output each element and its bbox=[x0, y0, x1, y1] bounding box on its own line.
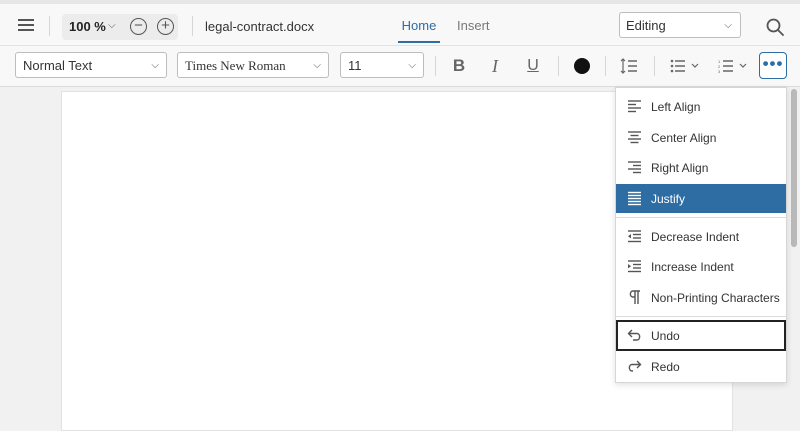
tab-home[interactable]: Home bbox=[398, 18, 440, 43]
font-size-select[interactable]: 11 ⌵ bbox=[340, 52, 424, 78]
font-size-value: 11 bbox=[348, 58, 362, 73]
menu-item-increase-indent[interactable]: Increase Indent bbox=[616, 252, 786, 281]
chevron-down-icon: ⌵ bbox=[313, 60, 321, 71]
divider bbox=[435, 56, 436, 76]
redo-icon bbox=[628, 360, 642, 372]
top-bar: 100 % ⌵ − + legal-contract.docx Home Ins… bbox=[0, 0, 800, 46]
indent-increase-icon bbox=[628, 260, 641, 273]
more-options-button[interactable]: ••• bbox=[759, 52, 787, 79]
zoom-value[interactable]: 100 % bbox=[69, 19, 106, 34]
divider bbox=[192, 16, 193, 36]
document-filename: legal-contract.docx bbox=[205, 19, 315, 34]
zoom-in-icon[interactable]: + bbox=[157, 18, 174, 35]
menu-item-label: Right Align bbox=[651, 161, 709, 175]
font-family-value: Times New Roman bbox=[185, 58, 286, 73]
menu-item-center-align[interactable]: Center Align bbox=[616, 123, 786, 152]
menu-item-left-align[interactable]: Left Align bbox=[616, 92, 786, 121]
chevron-down-icon: ⌵ bbox=[408, 60, 416, 71]
divider bbox=[654, 56, 655, 76]
menu-item-label: Undo bbox=[651, 329, 680, 343]
menu-item-label: Non-Printing Characters bbox=[651, 291, 780, 305]
menu-item-right-align[interactable]: Right Align bbox=[616, 153, 786, 182]
menu-item-label: Increase Indent bbox=[651, 260, 734, 274]
divider bbox=[605, 56, 606, 76]
menu-item-label: Center Align bbox=[651, 131, 717, 145]
menu-divider bbox=[616, 217, 786, 218]
divider bbox=[558, 56, 559, 76]
align-right-icon bbox=[628, 161, 641, 174]
bullet-list-icon[interactable] bbox=[670, 59, 702, 73]
menu-item-label: Redo bbox=[651, 360, 680, 374]
menu-item-label: Decrease Indent bbox=[651, 230, 740, 244]
indent-decrease-icon bbox=[628, 230, 641, 243]
align-left-icon bbox=[628, 100, 641, 113]
editing-mode-value: Editing bbox=[626, 18, 666, 33]
menu-item-justify[interactable]: Justify bbox=[616, 184, 786, 213]
underline-button[interactable]: U bbox=[522, 55, 544, 77]
tab-insert[interactable]: Insert bbox=[457, 18, 490, 43]
line-spacing-icon[interactable] bbox=[620, 58, 638, 74]
italic-button[interactable]: I bbox=[484, 55, 506, 77]
menu-item-undo[interactable]: Undo bbox=[616, 320, 786, 351]
search-icon[interactable] bbox=[766, 18, 784, 36]
menu-item-label: Justify bbox=[651, 192, 686, 206]
chevron-down-icon[interactable]: ⌵ bbox=[108, 20, 116, 31]
zoom-control: 100 % ⌵ − + bbox=[62, 14, 178, 40]
bold-button[interactable]: B bbox=[448, 55, 470, 77]
svg-text:3: 3 bbox=[718, 69, 721, 73]
hamburger-menu-icon[interactable] bbox=[18, 19, 34, 31]
menu-divider bbox=[616, 316, 786, 317]
numbered-list-icon[interactable]: 1 2 3 bbox=[718, 59, 750, 73]
zoom-out-icon[interactable]: − bbox=[130, 18, 147, 35]
formatting-toolbar: Normal Text ⌵ Times New Roman ⌵ 11 ⌵ B I… bbox=[0, 46, 800, 87]
menu-item-non-printing-characters[interactable]: Non-Printing Characters bbox=[616, 283, 786, 312]
pilcrow-icon bbox=[629, 290, 640, 304]
font-family-select[interactable]: Times New Roman ⌵ bbox=[177, 52, 329, 78]
undo-icon bbox=[627, 329, 641, 341]
menu-item-redo[interactable]: Redo bbox=[616, 352, 786, 381]
more-options-menu: Left Align Center Align Right Align Just… bbox=[615, 87, 787, 383]
text-color-button[interactable] bbox=[574, 58, 590, 74]
paragraph-style-value: Normal Text bbox=[23, 58, 93, 73]
menu-item-label: Left Align bbox=[651, 100, 701, 114]
align-justify-icon bbox=[628, 191, 641, 206]
paragraph-style-select[interactable]: Normal Text ⌵ bbox=[15, 52, 167, 78]
divider bbox=[49, 16, 50, 36]
align-center-icon bbox=[628, 131, 641, 144]
chevron-down-icon: ⌵ bbox=[724, 20, 732, 31]
vertical-scrollbar[interactable] bbox=[791, 89, 797, 247]
menu-item-decrease-indent[interactable]: Decrease Indent bbox=[616, 222, 786, 251]
editing-mode-select[interactable]: Editing ⌵ bbox=[619, 12, 741, 38]
chevron-down-icon: ⌵ bbox=[151, 60, 159, 71]
